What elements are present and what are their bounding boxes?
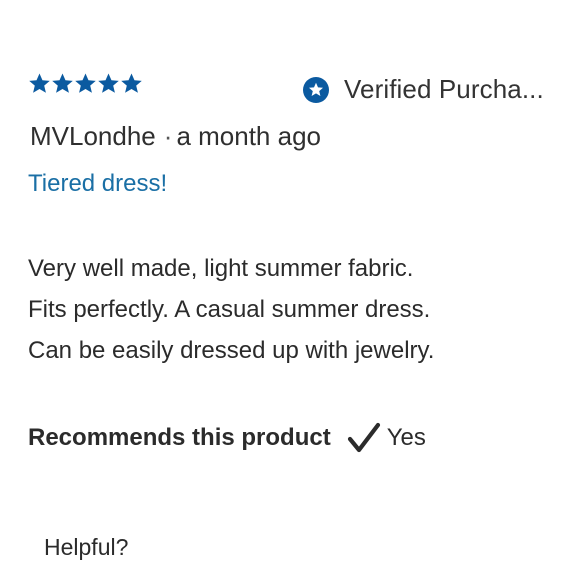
review-body-line: Very well made, light summer fabric. bbox=[28, 255, 414, 282]
checkmark-icon bbox=[347, 422, 380, 453]
star-icon bbox=[98, 73, 119, 93]
reviewer-name: MVLondhe bbox=[30, 121, 156, 151]
review-card: Verified Purcha... MVLondhe · a month ago … bbox=[0, 0, 580, 580]
recommendation: Recommends this product Yes bbox=[28, 422, 426, 454]
review-body: Very well made, light summer fabric. Fit… bbox=[28, 248, 568, 371]
star-rating bbox=[28, 72, 143, 95]
review-title: Tiered dress! bbox=[28, 170, 168, 197]
recommend-value: Yes bbox=[386, 424, 426, 451]
review-meta: MVLondhe · a month ago bbox=[30, 121, 321, 152]
star-icon bbox=[75, 73, 96, 93]
helpful-prompt: Helpful? bbox=[44, 534, 129, 560]
meta-separator: · bbox=[163, 121, 173, 151]
review-body-line: Fits perfectly. A casual summer dress. bbox=[28, 296, 431, 323]
rating-row: Verified Purcha... bbox=[28, 72, 558, 108]
review-body-line: Can be easily dressed up with jewelry. bbox=[28, 337, 435, 364]
star-icon bbox=[121, 73, 142, 93]
verified-purchase-label: Verified Purcha... bbox=[344, 74, 544, 104]
star-icon bbox=[29, 73, 50, 93]
star-icon bbox=[52, 73, 73, 93]
recommend-label: Recommends this product bbox=[28, 424, 331, 451]
verified-purchase-badge: Verified Purcha... bbox=[302, 74, 560, 105]
verified-star-icon bbox=[303, 76, 329, 103]
review-time: a month ago bbox=[176, 121, 321, 151]
